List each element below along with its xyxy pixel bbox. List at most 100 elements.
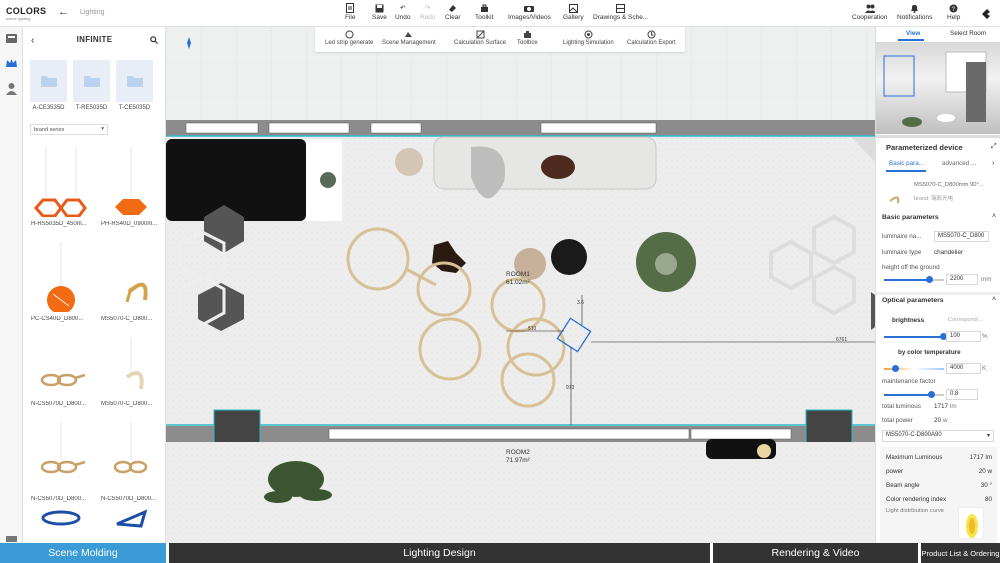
brightness-label[interactable]: brightness — [892, 317, 924, 324]
room1-label: ROOM1 61.02m² — [506, 271, 530, 286]
spec-label: power — [886, 468, 904, 475]
drawings-schedule-button[interactable]: Drawings & Sche... — [593, 3, 648, 21]
luminaire-type-label: luminaire type — [882, 249, 922, 256]
chevron-right-icon[interactable]: › — [992, 160, 994, 167]
product-item[interactable]: N-CS5070D_D800... — [101, 422, 161, 502]
help-button[interactable]: ? Help — [947, 3, 960, 21]
collapse-chevron-icon[interactable]: ˄ — [992, 296, 996, 303]
product-panel: ‹ INFINITE A-CE3535D T-RE5035D T-CE5035D… — [23, 27, 166, 543]
notifications-button[interactable]: Notifications — [897, 3, 932, 21]
ring-chandelier-icon — [113, 422, 148, 474]
height-slider[interactable] — [884, 276, 944, 283]
subtab-advanced[interactable]: advanced ... — [942, 160, 976, 167]
spec-label: Beam angle — [886, 482, 920, 489]
color-temperature-input[interactable]: 4000 — [946, 363, 981, 374]
total-luminous-label: total luminous — [882, 403, 921, 410]
product-item[interactable]: PC-CS40D_D800... — [31, 242, 91, 322]
distribution-curve-icon[interactable] — [958, 507, 984, 539]
tab-lighting-design[interactable]: Lighting Design — [169, 543, 710, 563]
undo-button[interactable]: ↶ Undo — [395, 3, 411, 21]
calculation-export-button[interactable]: Calculation Export — [627, 30, 676, 46]
app-logo[interactable]: COLORS scene lighting — [6, 6, 46, 21]
collapse-chevron-icon[interactable]: ˄ — [992, 213, 996, 220]
dimension-label: 973 — [566, 385, 575, 391]
tab-scene-molding[interactable]: Scene Molding — [0, 543, 166, 563]
folder-item[interactable]: A-CE3535D — [30, 60, 67, 116]
product-item[interactable] — [31, 502, 91, 542]
cooperation-button[interactable]: Cooperation — [852, 3, 887, 21]
total-power-label: total power — [882, 417, 913, 424]
product-item[interactable]: N-CS5070D_D800... — [31, 327, 91, 407]
total-luminous-unit: lm — [950, 403, 957, 410]
hexagon-ring-lamp-icon — [34, 147, 87, 217]
back-arrow-icon[interactable]: ← — [58, 6, 69, 18]
brightness-alt-option[interactable]: Correspondi... — [948, 317, 983, 323]
top-bar: COLORS scene lighting ← Lighting File Sav… — [0, 0, 1000, 27]
tab-rendering-video[interactable]: Rendering & Video — [713, 543, 918, 563]
clear-button[interactable]: Clear — [445, 3, 461, 21]
maintenance-label: maintenance factor — [882, 378, 936, 385]
luminaire-name-input[interactable]: MS5070-C_D800 — [934, 231, 989, 242]
toolkit-button[interactable]: Toolkit — [475, 3, 493, 21]
total-power-unit: w — [943, 417, 948, 424]
maintenance-input[interactable]: 0.8 — [946, 389, 978, 400]
folder-item[interactable]: T-RE5035D — [73, 60, 110, 116]
redo-button[interactable]: ↷ Redo — [420, 3, 436, 21]
product-item[interactable]: PH-RS40D_0900m... — [101, 147, 161, 227]
tab-view[interactable]: View — [906, 30, 920, 37]
scene-management-button[interactable]: Scene Management — [382, 30, 436, 46]
view-preview[interactable] — [876, 42, 1000, 134]
color-temperature-label[interactable]: by color temperature — [898, 349, 961, 356]
brightness-input[interactable]: 100 — [946, 331, 981, 342]
hexagon-panel-lamp-icon — [115, 147, 147, 215]
model-select[interactable]: MS5070-C-D800A90 ▾ — [882, 430, 994, 442]
user-icon[interactable] — [5, 82, 18, 95]
maintenance-slider[interactable] — [884, 391, 944, 398]
distribution-label: Light distribution curve — [886, 508, 945, 514]
brand-series-select[interactable]: brand series ▾ — [30, 124, 108, 135]
spec-value: 20 w — [978, 468, 992, 475]
height-input[interactable]: 2200 — [946, 274, 978, 285]
gallery-button[interactable]: Gallery — [563, 3, 584, 21]
tab-select-room[interactable]: Select Room — [950, 30, 986, 37]
design-canvas[interactable]: ROOM1 61.02m² ROOM2 71.97m² 3.6 510 6761 9… — [166, 27, 875, 543]
toolkit-icon — [479, 3, 489, 13]
ring-chandelier-icon — [40, 422, 86, 474]
folder-item[interactable]: T-CE5035D — [116, 60, 153, 116]
toolbox-button[interactable]: Toolbox — [517, 30, 538, 46]
product-item[interactable] — [101, 502, 161, 542]
save-icon — [374, 3, 384, 13]
camera-icon — [524, 3, 535, 13]
expand-icon[interactable]: ⤢ — [991, 143, 997, 151]
file-button[interactable]: File — [345, 3, 355, 21]
product-item[interactable]: MS5070-C_D800... — [101, 327, 161, 407]
gallery-icon — [568, 3, 578, 13]
bell-icon — [910, 3, 920, 13]
collapse-icon[interactable] — [980, 8, 992, 20]
subtab-basic[interactable]: Basic para... — [889, 160, 924, 167]
height-label: height off the ground — [882, 264, 940, 271]
crown-icon[interactable] — [5, 57, 18, 70]
product-item[interactable]: H-RS5035D_450m... — [31, 147, 91, 227]
color-temperature-slider[interactable] — [884, 365, 944, 372]
images-videos-button[interactable]: Images/Videos — [508, 3, 551, 21]
basic-parameters-header[interactable]: Basic parameters — [882, 214, 939, 221]
optical-parameters-header[interactable]: Optical parameters — [882, 297, 944, 304]
search-icon[interactable] — [150, 36, 158, 46]
brightness-slider[interactable] — [884, 333, 947, 340]
folder-icon — [83, 76, 100, 87]
people-icon — [864, 3, 875, 13]
curved-bar-lamp-icon — [125, 337, 144, 390]
product-item[interactable]: MS5070-C_D800... — [101, 242, 161, 322]
lighting-toolbar: Led strip generate Scene Management Calc… — [315, 27, 685, 52]
calculation-surface-button[interactable]: Calculation Surface — [454, 30, 506, 46]
product-item[interactable]: N-CS5070D_D800... — [31, 422, 91, 502]
device-thumbnail — [886, 187, 904, 205]
panel-title: Parameterized device — [886, 143, 963, 152]
led-strip-button[interactable]: Led strip generate — [325, 30, 373, 46]
tab-product-list[interactable]: Product List & Ordering — [921, 543, 1000, 563]
catalog-icon[interactable] — [5, 32, 18, 45]
surface-icon — [476, 30, 485, 39]
save-button[interactable]: Save — [372, 3, 387, 21]
lighting-simulation-button[interactable]: Lighting Simulation — [563, 30, 614, 46]
